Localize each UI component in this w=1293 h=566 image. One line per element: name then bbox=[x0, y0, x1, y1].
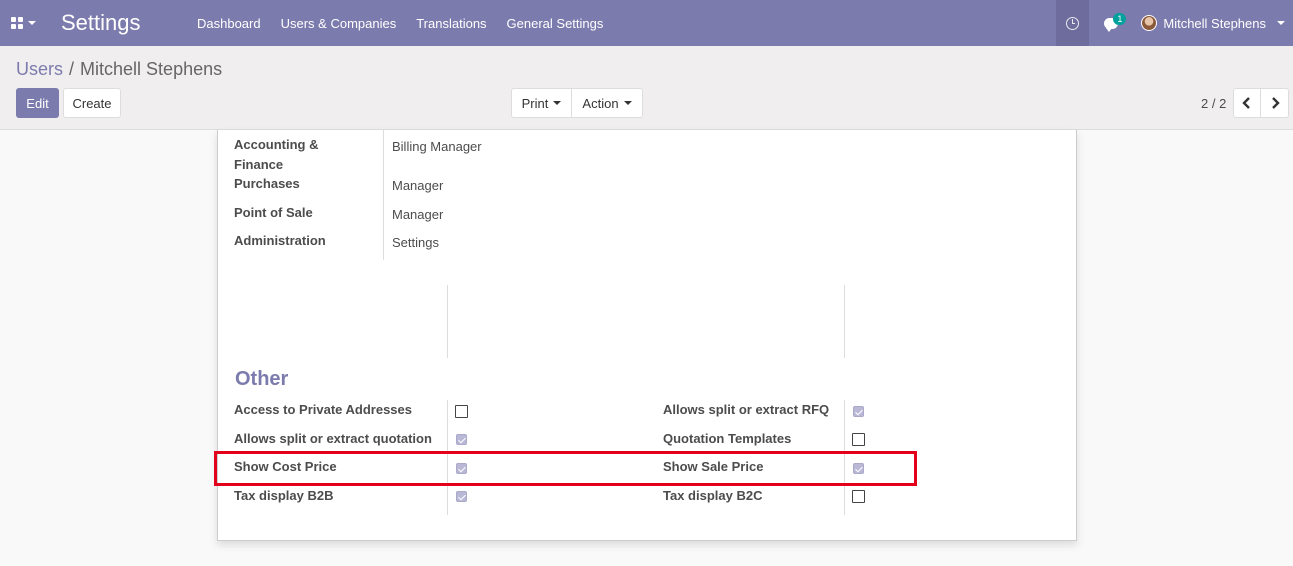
avatar bbox=[1141, 15, 1158, 31]
chevron-right-icon bbox=[1271, 97, 1280, 109]
checkbox-split-extract-rfq bbox=[853, 406, 864, 417]
breadcrumb-separator: / bbox=[69, 59, 75, 79]
label-point-of-sale: Point of Sale bbox=[234, 205, 313, 220]
menu-item-translations[interactable]: Translations bbox=[406, 16, 496, 31]
label-split-extract-rfq: Allows split or extract RFQ bbox=[663, 402, 830, 417]
activity-button[interactable] bbox=[1056, 0, 1090, 46]
checkbox-show-sale-price bbox=[853, 463, 864, 474]
checkbox-show-cost-price bbox=[456, 463, 467, 474]
checkbox-quotation-templates[interactable] bbox=[852, 433, 865, 446]
value-administration: Settings bbox=[392, 235, 439, 250]
checkbox-access-private-addresses[interactable] bbox=[455, 405, 468, 418]
value-point-of-sale: Manager bbox=[392, 207, 444, 222]
menu-item-users-companies[interactable]: Users & Companies bbox=[271, 16, 407, 31]
clock-icon bbox=[1066, 16, 1080, 30]
label-show-cost-price: Show Cost Price bbox=[234, 459, 337, 474]
value-accounting-finance: Billing Manager bbox=[392, 139, 482, 154]
create-button[interactable]: Create bbox=[63, 88, 121, 118]
breadcrumb-users[interactable]: Users bbox=[16, 59, 63, 80]
action-dropdown[interactable]: Action bbox=[571, 88, 643, 118]
column-divider bbox=[844, 285, 845, 358]
column-divider bbox=[383, 130, 384, 260]
pager-previous-button[interactable] bbox=[1233, 88, 1261, 118]
column-divider bbox=[844, 400, 845, 515]
apps-menu-button[interactable] bbox=[0, 0, 46, 46]
pager-value: 2 / 2 bbox=[1201, 96, 1227, 111]
top-navbar: Settings Dashboard Users & Companies Tra… bbox=[0, 0, 1293, 46]
caret-down-icon bbox=[27, 21, 36, 25]
breadcrumb-current: Mitchell Stephens bbox=[80, 59, 223, 79]
caret-down-icon bbox=[623, 101, 632, 105]
label-administration: Administration bbox=[234, 233, 326, 248]
menu-item-dashboard[interactable]: Dashboard bbox=[187, 16, 271, 31]
label-access-private-addresses: Access to Private Addresses bbox=[234, 402, 413, 417]
value-purchases: Manager bbox=[392, 178, 444, 193]
user-name: Mitchell Stephens bbox=[1163, 15, 1266, 31]
chevron-left-icon bbox=[1242, 97, 1250, 109]
app-title: Settings bbox=[61, 10, 141, 35]
column-divider bbox=[447, 400, 448, 515]
label-tax-display-b2b: Tax display B2B bbox=[234, 488, 334, 503]
pager-next-button[interactable] bbox=[1260, 88, 1289, 118]
messaging-button[interactable]: 1 bbox=[1089, 0, 1133, 46]
control-panel: Users / Mitchell Stephens Edit Create Pr… bbox=[0, 46, 1293, 130]
form-sheet bbox=[217, 130, 1077, 541]
print-label: Print bbox=[521, 95, 549, 111]
systray: 1 Mitchell Stephens bbox=[1056, 0, 1293, 46]
menu-item-general-settings[interactable]: General Settings bbox=[497, 16, 614, 31]
action-label: Action bbox=[582, 95, 619, 111]
label-purchases: Purchases bbox=[234, 176, 300, 191]
label-quotation-templates: Quotation Templates bbox=[663, 431, 792, 446]
label-split-extract-quotation: Allows split or extract quotation bbox=[234, 431, 432, 446]
caret-down-icon bbox=[1277, 21, 1285, 25]
edit-button[interactable]: Edit bbox=[16, 88, 59, 118]
section-title-other: Other bbox=[235, 368, 289, 390]
column-divider bbox=[447, 285, 448, 358]
checkbox-split-extract-quotation bbox=[456, 434, 467, 445]
main-menu: Dashboard Users & Companies Translations… bbox=[187, 0, 613, 46]
label-accounting-finance: Accounting & Finance bbox=[234, 137, 319, 172]
user-menu[interactable]: Mitchell Stephens bbox=[1133, 0, 1293, 46]
unread-badge: 1 bbox=[1113, 13, 1127, 25]
label-tax-display-b2c: Tax display B2C bbox=[663, 488, 763, 503]
breadcrumb: Users / Mitchell Stephens bbox=[16, 59, 222, 80]
label-show-sale-price: Show Sale Price bbox=[663, 459, 764, 474]
print-dropdown[interactable]: Print bbox=[511, 88, 572, 118]
checkbox-tax-display-b2c[interactable] bbox=[852, 490, 865, 503]
checkbox-tax-display-b2b bbox=[456, 491, 467, 502]
caret-down-icon bbox=[553, 101, 562, 105]
apps-grid-icon bbox=[10, 17, 23, 29]
